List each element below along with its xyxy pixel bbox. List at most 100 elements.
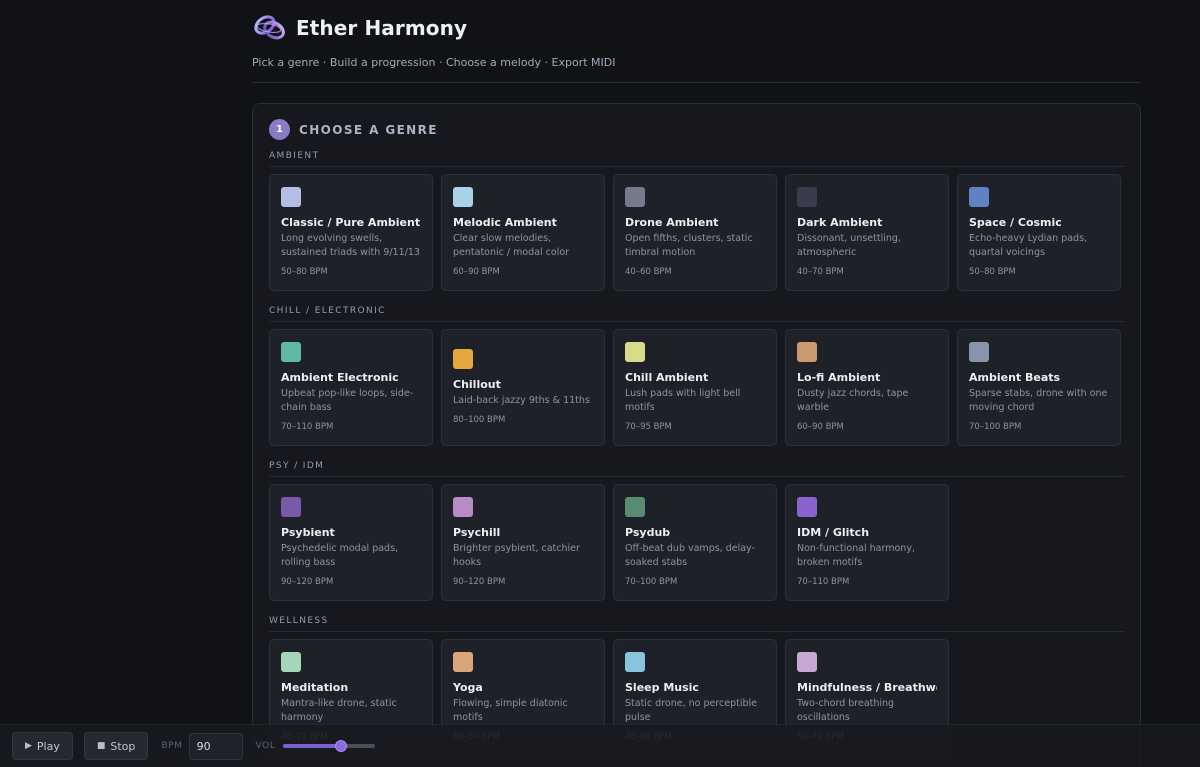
- genre-bpm-range: 70–100 BPM: [969, 422, 1022, 432]
- genre-color-swatch: [969, 342, 989, 362]
- genre-name: Classic / Pure Ambient: [281, 216, 421, 229]
- genre-description: Upbeat pop-like loops, side-chain bass: [281, 388, 414, 413]
- genre-name: IDM / Glitch: [797, 526, 870, 539]
- section-label: WELLNESS: [269, 616, 1124, 632]
- genre-card[interactable]: Drone Ambient Open fifths, clusters, stat…: [613, 174, 777, 291]
- genre-name: Yoga: [453, 681, 483, 694]
- genre-description: Echo-heavy Lydian pads, quartal voicings: [969, 233, 1088, 258]
- genre-description: Sparse stabs, drone with one moving chor…: [969, 388, 1108, 413]
- genre-card[interactable]: Ambient Electronic Upbeat pop-like loops,…: [269, 329, 433, 446]
- genre-name: Meditation: [281, 681, 349, 694]
- genre-bpm-range: 90–120 BPM: [453, 577, 506, 587]
- app-header: Ether Harmony Pick a genre · Build a pro…: [252, 10, 1141, 83]
- genre-color-swatch: [281, 652, 301, 672]
- genre-color-swatch: [281, 187, 301, 207]
- genre-color-swatch: [453, 187, 473, 207]
- app-title: Ether Harmony: [296, 16, 468, 40]
- genre-color-swatch: [625, 652, 645, 672]
- genre-card[interactable]: Chill Ambient Lush pads with light bell m…: [613, 329, 777, 446]
- genre-color-swatch: [453, 349, 473, 369]
- genre-description: Clear slow melodies, pentatonic / modal …: [453, 233, 570, 258]
- genre-description: Brighter psybient, catchier hooks: [453, 543, 580, 568]
- genre-color-swatch: [797, 497, 817, 517]
- volume-label: VOL: [255, 741, 276, 751]
- genre-description: Open fifths, clusters, static timbral mo…: [625, 233, 753, 258]
- genre-description: Lush pads with light bell motifs: [625, 388, 741, 413]
- genre-name: Psydub: [625, 526, 671, 539]
- genre-card[interactable]: Ambient Beats Sparse stabs, drone with on…: [957, 329, 1121, 446]
- genre-name: Sleep Music: [625, 681, 699, 694]
- genre-name: Chill Ambient: [625, 371, 709, 384]
- genre-grid: Classic / Pure Ambient Long evolving swel…: [269, 174, 1124, 291]
- genre-color-swatch: [281, 342, 301, 362]
- genre-description: Dissonant, unsettling, atmospheric: [797, 233, 901, 258]
- header-divider: [252, 82, 1141, 83]
- genre-name: Melodic Ambient: [453, 216, 557, 229]
- section-label: PSY / IDM: [269, 461, 1124, 477]
- section-ambient: AMBIENT Classic / Pure Ambient Long evolv…: [269, 151, 1124, 291]
- genre-bpm-range: 90–120 BPM: [281, 577, 334, 587]
- genre-description: Dusty jazz chords, tape warble: [797, 388, 909, 413]
- genre-panel: 1 CHOOSE A GENRE AMBIENT Classic / Pure …: [252, 103, 1141, 767]
- genre-card[interactable]: Lo-fi Ambient Dusty jazz chords, tape war…: [785, 329, 949, 446]
- genre-color-swatch: [797, 342, 817, 362]
- play-icon: ▶: [25, 741, 32, 751]
- stop-icon: ■: [96, 741, 106, 751]
- stop-label: Stop: [110, 739, 136, 753]
- genre-description: Off-beat dub vamps, delay-soaked stabs: [625, 543, 755, 568]
- genre-card[interactable]: Chillout Laid-back jazzy 9ths & 11ths 80–1…: [441, 329, 605, 446]
- genre-name: Space / Cosmic: [969, 216, 1062, 229]
- volume-thumb[interactable]: [335, 740, 348, 752]
- genre-color-swatch: [969, 187, 989, 207]
- genre-name: Mindfulness / Breathwork: [797, 681, 937, 694]
- genre-name: Ambient Electronic: [281, 371, 399, 384]
- section-psy-idm: PSY / IDM Psybient Psychedelic modal pads…: [269, 461, 1124, 601]
- volume-track: [283, 744, 376, 748]
- genre-bpm-range: 40–60 BPM: [625, 267, 672, 277]
- genre-card[interactable]: IDM / Glitch Non-functional harmony, brok…: [785, 484, 949, 601]
- genre-bpm-range: 70–110 BPM: [281, 422, 334, 432]
- bpm-input[interactable]: [188, 732, 243, 760]
- genre-bpm-range: 60–90 BPM: [453, 267, 500, 277]
- genre-color-swatch: [281, 497, 301, 517]
- bpm-label: BPM: [161, 741, 183, 751]
- genre-description: Two-chord breathing oscillations: [797, 698, 895, 723]
- genre-name: Lo-fi Ambient: [797, 371, 881, 384]
- genre-grid: Ambient Electronic Upbeat pop-like loops,…: [269, 329, 1124, 446]
- genre-description: Laid-back jazzy 9ths & 11ths: [453, 395, 590, 406]
- genre-description: Mantra-like drone, static harmony: [281, 698, 397, 723]
- step-number-badge: 1: [269, 119, 290, 140]
- logo-icon: [254, 15, 285, 40]
- genre-bpm-range: 40–70 BPM: [797, 267, 844, 277]
- brand: Ether Harmony: [252, 10, 1141, 46]
- genre-name: Drone Ambient: [625, 216, 719, 229]
- genre-card[interactable]: Classic / Pure Ambient Long evolving swel…: [269, 174, 433, 291]
- genre-bpm-range: 60–90 BPM: [797, 422, 844, 432]
- genre-name: Psychill: [453, 526, 501, 539]
- stop-button[interactable]: ■ Stop: [83, 732, 149, 760]
- genre-bpm-range: 80–100 BPM: [453, 415, 506, 425]
- genre-color-swatch: [453, 497, 473, 517]
- genre-bpm-range: 70–95 BPM: [625, 422, 672, 432]
- app-page: Ether Harmony Pick a genre · Build a pro…: [0, 0, 1200, 767]
- section-chill-electronic: CHILL / ELECTRONIC Ambient Electronic Upb…: [269, 306, 1124, 446]
- genre-card[interactable]: Space / Cosmic Echo-heavy Lydian pads, qu…: [957, 174, 1121, 291]
- section-label: AMBIENT: [269, 151, 1124, 167]
- genre-card[interactable]: Psybient Psychedelic modal pads, rolling …: [269, 484, 433, 601]
- genre-name: Dark Ambient: [797, 216, 883, 229]
- step-header: 1 CHOOSE A GENRE: [269, 119, 438, 140]
- genre-bpm-range: 50–80 BPM: [281, 267, 328, 277]
- play-button[interactable]: ▶ Play: [12, 732, 73, 760]
- genre-color-swatch: [453, 652, 473, 672]
- volume-slider[interactable]: [283, 739, 376, 753]
- genre-card[interactable]: Dark Ambient Dissonant, unsettling, atmos…: [785, 174, 949, 291]
- genre-bpm-range: 70–110 BPM: [797, 577, 850, 587]
- genre-color-swatch: [625, 187, 645, 207]
- genre-card[interactable]: Psychill Brighter psybient, catchier hook…: [441, 484, 605, 601]
- genre-card[interactable]: Psydub Off-beat dub vamps, delay-soaked s…: [613, 484, 777, 601]
- play-label: Play: [36, 739, 60, 753]
- volume-fill: [283, 744, 344, 748]
- genre-color-swatch: [797, 187, 817, 207]
- genre-card[interactable]: Melodic Ambient Clear slow melodies, pent…: [441, 174, 605, 291]
- genre-bpm-range: 70–100 BPM: [625, 577, 678, 587]
